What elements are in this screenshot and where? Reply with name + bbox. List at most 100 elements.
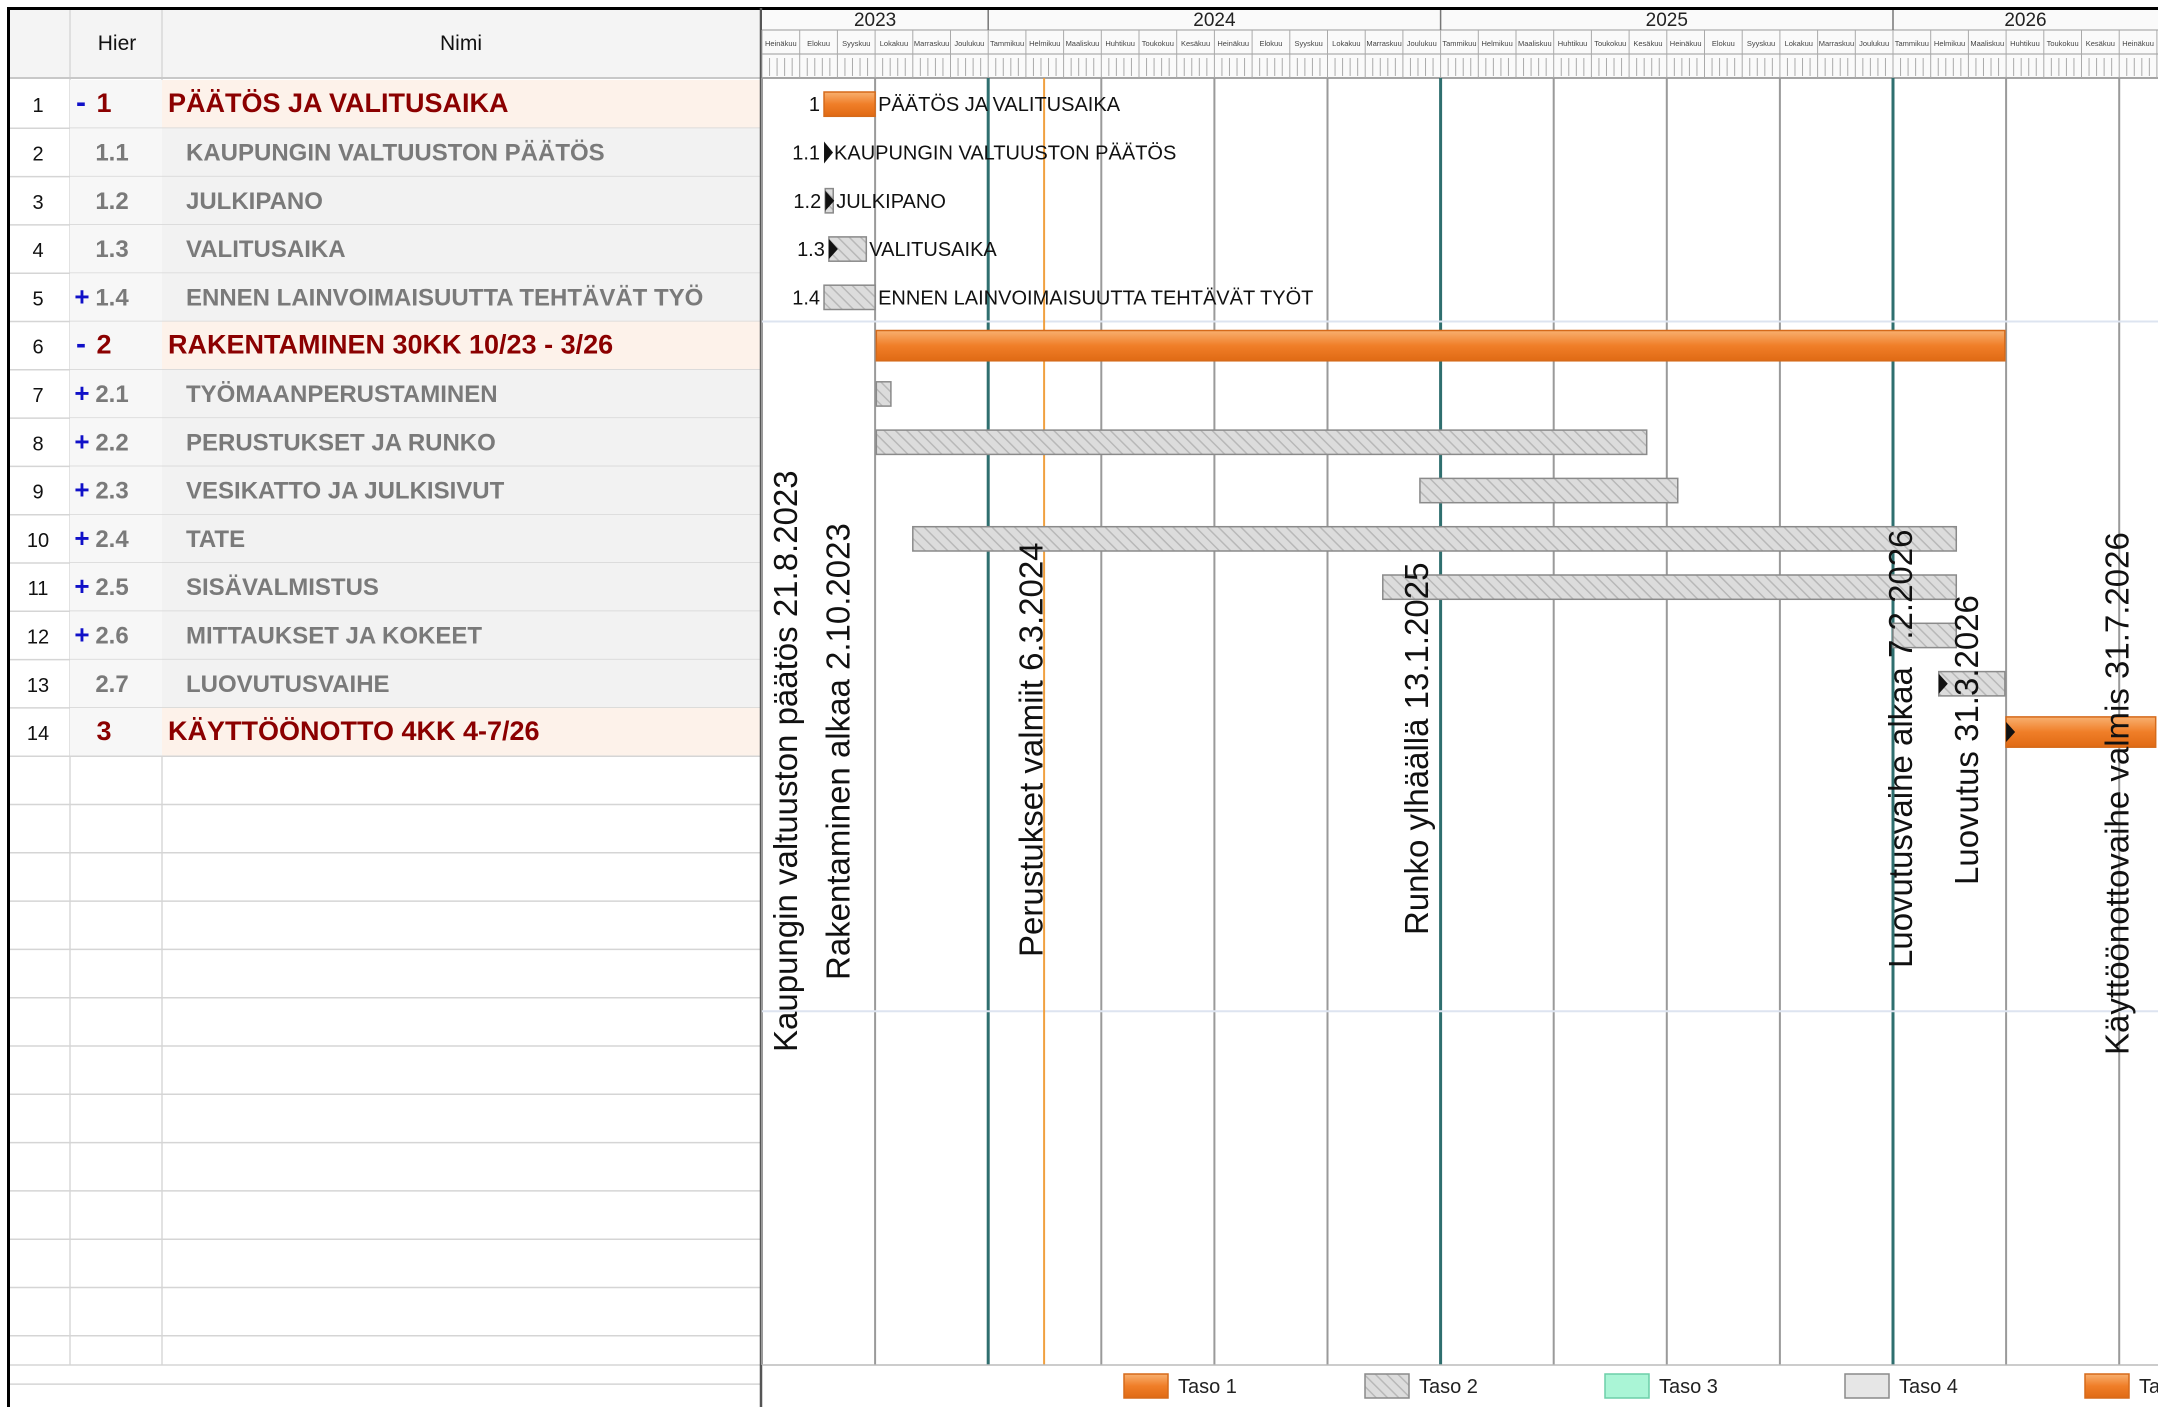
milestone-label: Kaupungin valtuuston päätös 21.8.2023 xyxy=(767,470,804,1052)
table-row[interactable]: 6 -2 RAKENTAMINEN 30KK 10/23 - 3/26 xyxy=(10,321,760,371)
month-label: Heinäkuu xyxy=(1670,39,1702,48)
gantt-bar-row-3[interactable]: 1.2 JULKIPANO xyxy=(793,187,946,214)
month-label: Tammikuu xyxy=(1442,39,1476,48)
row-number: 14 xyxy=(27,723,49,745)
table-row[interactable]: 3 1.2 JULKIPANO xyxy=(10,176,760,226)
month-label: Helmikuu xyxy=(1482,39,1513,48)
milestone-label: Rakentaminen alkaa 2.10.2023 xyxy=(819,523,856,980)
table-row[interactable]: 12 +2.6 MITTAUKSET JA KOKEET xyxy=(10,611,760,661)
expand-toggle[interactable]: + xyxy=(74,426,89,456)
month-label: Kesäkuu xyxy=(1181,39,1210,48)
row-name: LUOVUTUSVAIHE xyxy=(186,671,390,698)
month-label: Marraskuu xyxy=(914,39,949,48)
table-row[interactable]: 4 1.3 VALITUSAIKA xyxy=(10,224,760,274)
gantt-bar-row-11[interactable] xyxy=(1382,574,1958,601)
bar-label-after: PÄÄTÖS JA VALITUSAIKA xyxy=(878,94,1121,116)
gantt-bar-row-2[interactable]: 1.1 KAUPUNGIN VALTUUSTON PÄÄTÖS xyxy=(792,141,1176,164)
expand-toggle[interactable]: + xyxy=(74,619,89,649)
bar-label-before: 1.2 xyxy=(793,191,821,213)
table-row[interactable]: 14 3 KÄYTTÖÖNOTTO 4KK 4-7/26 xyxy=(10,707,760,757)
legend-label: Taso 2 xyxy=(1419,1376,1478,1398)
gantt-bar-row-5[interactable]: 1.4 ENNEN LAINVOIMAISUUTTA TEHTÄVÄT TYÖT xyxy=(792,284,1313,311)
month-label: Joulukuu xyxy=(954,39,984,48)
month-label: Syyskuu xyxy=(1747,39,1775,48)
gantt-bar-row-7[interactable] xyxy=(875,381,892,407)
row-number: 3 xyxy=(32,192,43,214)
gantt-bar-row-10[interactable] xyxy=(912,525,1958,552)
table-row[interactable]: 11 +2.5 SISÄVALMISTUS xyxy=(10,563,760,613)
collapse-toggle[interactable]: - xyxy=(76,328,86,361)
col-header-hier[interactable]: Hier xyxy=(98,32,137,55)
gantt-bar-row-9[interactable] xyxy=(1419,477,1679,504)
month-label: Maaliskuu xyxy=(1066,39,1100,48)
table-row[interactable]: 5 +1.4 ENNEN LAINVOIMAISUUTTA TEHTÄVÄT TYÖ xyxy=(10,273,760,323)
row-hier: 1.4 xyxy=(95,284,129,311)
bar-label-after: JULKIPANO xyxy=(836,191,946,213)
gantt-bar-row-4[interactable]: 1.3 VALITUSAIKA xyxy=(797,236,997,262)
gantt-bar[interactable] xyxy=(1419,477,1679,504)
month-label: Heinäkuu xyxy=(765,39,797,48)
legend-swatch xyxy=(1844,1373,1890,1399)
col-header-name[interactable]: Nimi xyxy=(440,32,482,55)
row-name: TATE xyxy=(186,526,245,553)
legend-label: Taso 5 xyxy=(2139,1376,2158,1398)
row-name: KAUPUNGIN VALTUUSTON PÄÄTÖS xyxy=(186,139,605,166)
year-label: 2025 xyxy=(1646,10,1688,31)
row-name: VALITUSAIKA xyxy=(186,236,346,263)
collapse-toggle[interactable]: - xyxy=(76,86,86,119)
gantt-bar[interactable] xyxy=(875,429,1648,456)
expand-toggle[interactable]: + xyxy=(74,281,89,311)
table-row[interactable]: 10 +2.4 TATE xyxy=(10,514,760,564)
milestone-label: Luovutus 31.3.2026 xyxy=(1948,595,1985,885)
gantt-bar[interactable] xyxy=(912,525,1958,552)
expand-toggle[interactable]: + xyxy=(74,378,89,408)
row-number: 7 xyxy=(32,385,43,407)
gantt-bar[interactable] xyxy=(875,329,2006,362)
bar-label-after: ENNEN LAINVOIMAISUUTTA TEHTÄVÄT TYÖT xyxy=(878,287,1313,309)
gantt-bar-row-1[interactable]: 1 PÄÄTÖS JA VALITUSAIKA xyxy=(809,91,1121,118)
gantt-bar[interactable] xyxy=(875,381,892,407)
month-label: Kesäkuu xyxy=(2086,39,2115,48)
row-hier: 1.2 xyxy=(95,188,128,215)
task-grid: Hier Nimi 1-1 PÄÄTÖS JA VALITUSAIKA2 1.1 KAUP… xyxy=(10,8,763,1407)
row-number: 5 xyxy=(32,288,43,310)
gantt-chart-canvas: Hier Nimi1-1 PÄÄTÖS JA VALITUSAIKA2 1.1 KAUP… xyxy=(10,8,2158,1407)
gantt-bar-row-6[interactable] xyxy=(875,329,2006,362)
expand-toggle[interactable]: + xyxy=(74,571,89,601)
row-hier: 1 xyxy=(96,88,111,118)
row-number: 13 xyxy=(27,675,49,697)
year-label: 2024 xyxy=(1193,10,1236,31)
gantt-bar[interactable] xyxy=(823,91,876,118)
row-name: MITTAUKSET JA KOKEET xyxy=(186,622,482,649)
row-number: 10 xyxy=(27,530,49,552)
month-label: Helmikuu xyxy=(1029,39,1060,48)
row-hier: 2.1 xyxy=(95,381,128,408)
table-row[interactable]: 8 +2.2 PERUSTUKSET JA RUNKO xyxy=(10,418,760,468)
gantt-bar[interactable] xyxy=(823,284,876,311)
milestone-marker[interactable] xyxy=(824,141,834,164)
legend-swatch xyxy=(1604,1373,1650,1399)
month-label: Huhtikuu xyxy=(2010,39,2040,48)
row-hier: 2 xyxy=(96,330,111,360)
month-label: Maaliskuu xyxy=(1518,39,1552,48)
row-number: 2 xyxy=(32,143,43,165)
row-hier: 2.7 xyxy=(95,671,128,698)
gantt-bar[interactable] xyxy=(1382,574,1958,601)
legend: Taso 1 Taso 2 Taso 3 Taso 4 Taso 5 xyxy=(762,1364,2158,1399)
table-row[interactable]: 2 1.1 KAUPUNGIN VALTUUSTON PÄÄTÖS xyxy=(10,128,760,178)
legend-swatch xyxy=(2084,1373,2130,1399)
row-hier: 3 xyxy=(96,716,111,746)
table-row[interactable]: 1-1 PÄÄTÖS JA VALITUSAIKA xyxy=(10,80,760,130)
gantt-bar-row-8[interactable] xyxy=(875,429,1648,456)
expand-toggle[interactable]: + xyxy=(74,523,89,553)
expand-toggle[interactable]: + xyxy=(74,475,89,505)
table-row[interactable]: 9 +2.3 VESIKATTO JA JULKISIVUT xyxy=(10,466,760,516)
milestone-label: Luovutusvaihe alkaa 7.2.2026 xyxy=(1882,529,1919,968)
row-number: 12 xyxy=(27,626,49,648)
table-row[interactable]: 7 +2.1 TYÖMAANPERUSTAMINEN xyxy=(10,369,760,419)
bar-label-before: 1.4 xyxy=(792,287,820,309)
row-name: RAKENTAMINEN 30KK 10/23 - 3/26 xyxy=(168,330,613,360)
table-row[interactable]: 13 2.7 LUOVUTUSVAIHE xyxy=(10,659,760,709)
row-name: ENNEN LAINVOIMAISUUTTA TEHTÄVÄT TYÖ xyxy=(186,284,703,311)
row-bg xyxy=(162,514,760,563)
